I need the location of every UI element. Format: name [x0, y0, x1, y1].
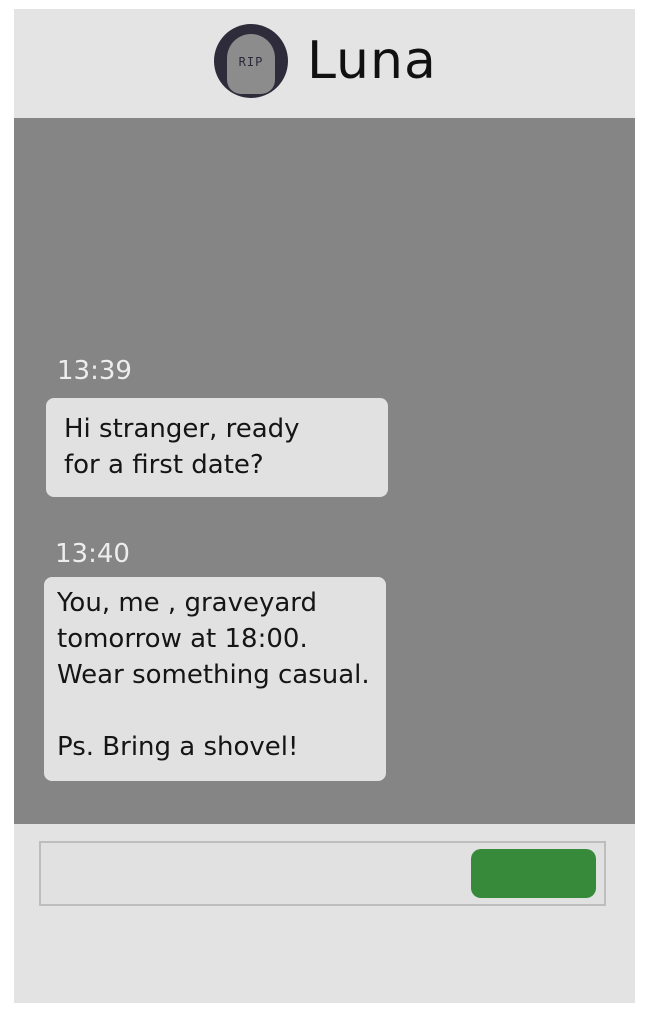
- send-button[interactable]: [471, 849, 596, 898]
- message-bubble[interactable]: Hi stranger, ready for a first date?: [46, 398, 388, 497]
- message-composer: [14, 824, 635, 1003]
- contact-name: Luna: [307, 31, 437, 91]
- chat-screen: RIP Luna 13:39 Hi stranger, ready for a …: [14, 9, 635, 1003]
- message-timestamp: 13:40: [55, 539, 130, 569]
- avatar-text: RIP: [238, 55, 264, 69]
- chat-header: RIP Luna: [14, 9, 635, 118]
- tombstone-icon: RIP: [227, 34, 275, 94]
- message-list[interactable]: 13:39 Hi stranger, ready for a first dat…: [14, 118, 635, 824]
- message-bubble[interactable]: You, me , graveyard tomorrow at 18:00. W…: [44, 577, 386, 781]
- message-timestamp: 13:39: [57, 356, 132, 386]
- avatar[interactable]: RIP: [214, 24, 288, 98]
